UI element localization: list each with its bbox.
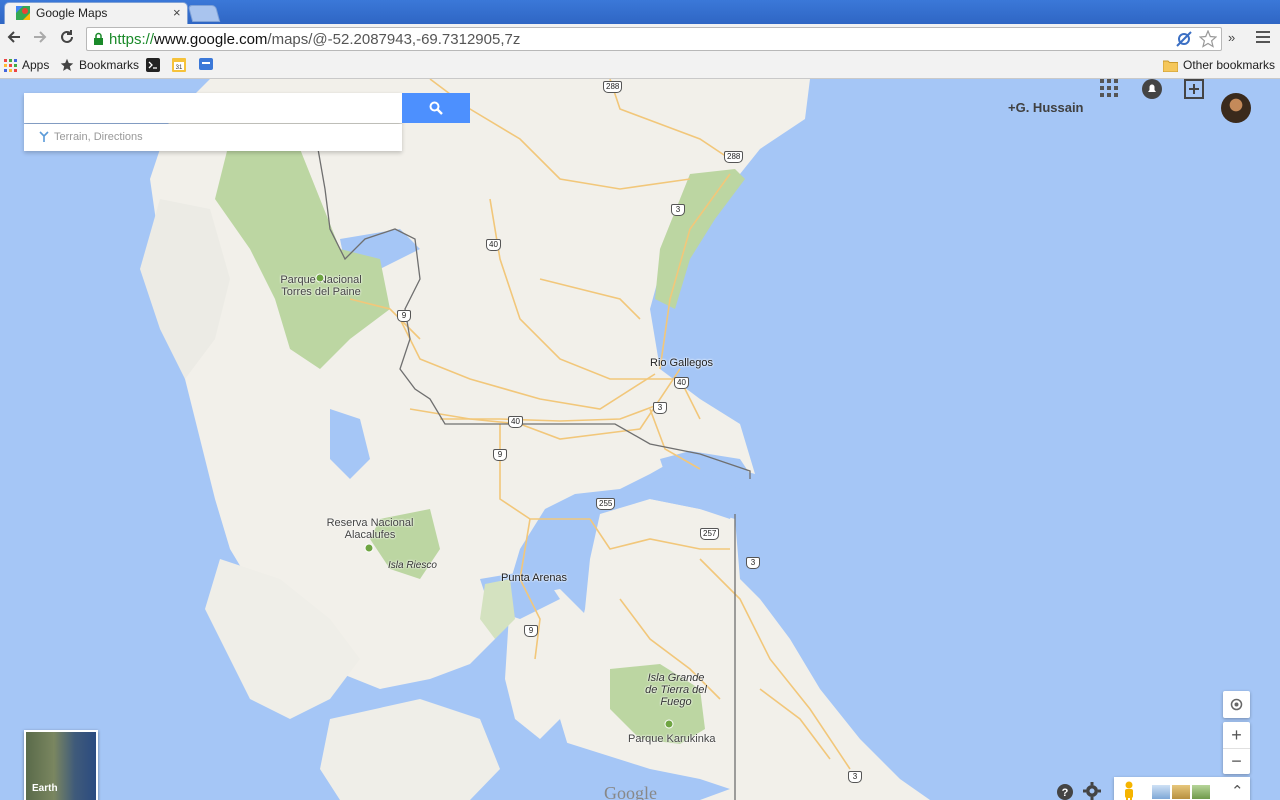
help-icon[interactable]: ? [1056,783,1074,800]
route-shield: 40 [486,239,501,251]
park-marker-icon[interactable] [664,719,674,729]
share-plus-icon[interactable] [1184,79,1204,99]
route-shield: 3 [653,402,667,414]
google-maps-favicon-icon [16,6,30,20]
bookmark-apps-label: Apps [22,58,50,72]
notifications-bell-icon[interactable] [1142,79,1162,99]
place-label-karukinka[interactable]: Parque Karukinka [628,733,715,745]
route-shield: 3 [671,204,685,216]
place-label-punta-arenas[interactable]: Punta Arenas [501,572,567,584]
suggestion-text: Terrain, Directions [54,131,143,143]
browser-tab-google-maps[interactable]: Google Maps × [4,2,188,24]
route-shield: 3 [848,771,862,783]
park-marker-icon[interactable] [364,543,374,553]
address-bar[interactable]: https://www.google.com/maps/@-52.2087943… [86,27,1222,51]
browser-titlebar: Google Maps × [0,0,1280,24]
bookmark-star-icon[interactable] [1199,30,1217,48]
layer-thumb-terrain[interactable] [1172,785,1190,799]
url-text: https://www.google.com/maps/@-52.2087943… [109,31,521,48]
earth-label: Earth [32,783,58,794]
my-location-icon [1230,698,1243,711]
bookmarks-bar: Apps Bookmarks 31 Other bookmarks [0,54,1280,79]
chat-icon [199,58,213,70]
route-shield: 40 [674,377,689,389]
route-shield: 3 [746,557,760,569]
route-shield: 257 [700,528,720,540]
map-layers-strip: ⌃ [1114,777,1250,800]
zoom-in-button[interactable]: + [1223,722,1250,749]
svg-text:?: ? [1062,787,1069,799]
route-shield: 288 [724,151,744,163]
terminal-icon [146,58,160,72]
zoom-out-button[interactable]: − [1223,749,1250,774]
forward-arrow-icon[interactable] [30,29,50,49]
pegman-icon[interactable] [1122,781,1136,800]
search-input[interactable] [32,93,396,123]
layer-thumb-water[interactable] [1152,785,1170,799]
place-label-tierra-del-fuego[interactable]: Isla Grande de Tierra del Fuego [640,672,712,708]
settings-gear-icon[interactable] [1083,782,1101,800]
bookmark-terminal[interactable] [146,58,160,72]
earth-view-toggle[interactable]: Earth [24,730,98,800]
bookmark-bookmarks[interactable]: Bookmarks [60,58,139,72]
route-shield: 40 [508,416,523,428]
other-bookmarks-label: Other bookmarks [1183,58,1276,72]
route-shield: 288 [603,81,623,93]
tab-title: Google Maps [36,6,108,20]
bookmark-calendar[interactable]: 31 [172,58,186,72]
new-tab-button[interactable] [187,5,221,22]
search-button[interactable] [402,93,470,123]
extensions-overflow-button[interactable]: » [1228,30,1235,45]
back-arrow-icon[interactable] [4,29,24,49]
reload-icon[interactable] [57,29,77,49]
chrome-menu-icon[interactable] [1256,31,1270,46]
route-shield: 255 [596,498,616,510]
star-icon [60,58,74,71]
route-shield: 9 [524,625,538,637]
park-marker-icon[interactable] [315,273,325,283]
zoom-control: + − [1223,722,1250,774]
tab-close-icon[interactable]: × [173,5,181,20]
calendar-icon: 31 [172,58,186,72]
place-label-alacalufes[interactable]: Reserva Nacional Alacalufes [326,517,414,541]
avatar[interactable] [1221,93,1251,123]
layer-thumb-satellite[interactable] [1192,785,1210,799]
bookmark-apps[interactable]: Apps [4,58,49,72]
svg-text:31: 31 [176,65,183,71]
route-shield: 9 [493,449,507,461]
map-canvas[interactable]: Terrain, Directions +G. Hussain Parque N… [0,79,1280,800]
place-label-rio-gallegos[interactable]: Rio Gallegos [650,357,713,369]
search-suggestion[interactable]: Terrain, Directions [24,124,402,151]
my-location-button[interactable] [1223,691,1250,718]
bookmark-chat[interactable] [199,58,213,72]
bookmark-bookmarks-label: Bookmarks [79,58,140,72]
apps-launcher-icon[interactable] [1100,79,1118,97]
browser-toolbar: https://www.google.com/maps/@-52.2087943… [0,24,1280,54]
user-profile-link[interactable]: +G. Hussain [1008,100,1084,115]
apps-grid-icon [4,58,17,72]
place-label-isla-riesco[interactable]: Isla Riesco [388,560,437,571]
search-input-container[interactable] [24,93,402,123]
directions-fork-icon [39,131,49,142]
folder-icon [1163,60,1178,72]
bookmark-other-bookmarks[interactable]: Other bookmarks [1163,58,1275,72]
expand-chevron-icon[interactable]: ⌃ [1231,782,1244,800]
lock-icon [94,32,103,45]
search-icon [429,101,443,115]
location-tracking-icon[interactable] [1175,30,1193,48]
google-logo: Google [604,783,657,800]
route-shield: 9 [397,310,411,322]
